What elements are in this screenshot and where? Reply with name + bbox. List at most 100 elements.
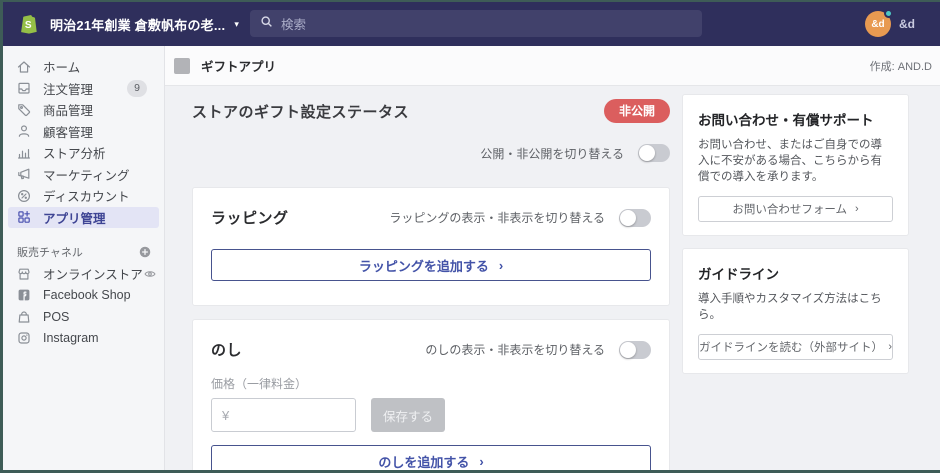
noshi-toggle-label: のしの表示・非表示を切り替える <box>425 343 605 357</box>
sidebar-item-analytics[interactable]: ストア分析 <box>8 142 159 164</box>
avatar-initials: &d <box>871 18 885 30</box>
orders-count-badge: 9 <box>127 80 147 97</box>
orders-icon <box>16 80 32 96</box>
sidebar-item-home[interactable]: ホーム <box>8 56 159 78</box>
analytics-icon <box>16 145 32 161</box>
save-button[interactable]: 保存する <box>371 398 445 432</box>
noshi-title: のし <box>211 342 243 359</box>
add-noshi-label: のしを追加する <box>378 454 470 470</box>
publish-toggle-row: 公開・非公開を切り替える <box>192 144 670 162</box>
support-body: お問い合わせ、またはご自身での導入に不安がある場合、こちらから有償での導入を承り… <box>698 139 882 183</box>
sidebar-item-online-store[interactable]: オンラインストア <box>8 263 159 285</box>
guideline-body: 導入手順やカスタマイズ方法はこちら。 <box>698 293 882 321</box>
page-content: ストアのギフト設定ステータス 非公開 公開・非公開を切り替える ラッピング ラッ… <box>165 86 940 470</box>
sales-channels-header: 販売チャネル <box>3 241 164 263</box>
noshi-toggle-row: のしの表示・非表示を切り替える <box>425 340 651 359</box>
search-input[interactable]: 検索 <box>250 10 702 37</box>
discount-icon <box>16 188 32 204</box>
sidebar-item-label: 注文管理 <box>43 82 94 97</box>
publish-toggle[interactable] <box>638 144 670 162</box>
sidebar-item-label: 商品管理 <box>43 104 94 119</box>
sidebar-item-label: ディスカウント <box>43 190 130 205</box>
add-channel-button[interactable] <box>138 245 152 259</box>
publish-toggle-label: 公開・非公開を切り替える <box>480 146 624 161</box>
sidebar-item-label: Facebook Shop <box>43 288 131 303</box>
store-switcher[interactable]: 明治21年創業 倉敷帆布の老... ▾ <box>40 15 239 34</box>
sidebar-item-apps[interactable]: アプリ管理 <box>8 206 159 228</box>
wrapping-title: ラッピング <box>211 210 289 227</box>
contact-form-label: お問い合わせフォーム <box>732 204 847 216</box>
user-menu[interactable]: &d &d <box>865 2 915 46</box>
sidebar: ホーム 注文管理 9 商品管理 顧客管理 ストア分析 マーケティング ディスカウ… <box>3 46 165 470</box>
noshi-visibility-toggle[interactable] <box>619 340 651 359</box>
chevron-right-icon: › <box>888 341 892 353</box>
guideline-card: ガイドライン 導入手順やカスタマイズ方法はこちら。 ガイドラインを読む（外部サイ… <box>682 248 909 374</box>
read-guideline-button[interactable]: ガイドラインを読む（外部サイト） › <box>698 334 893 360</box>
wrapping-card: ラッピング ラッピングの表示・非表示を切り替える ラッピングを追加する › <box>192 187 670 306</box>
customers-icon <box>16 123 32 139</box>
read-guideline-label: ガイドラインを読む（外部サイト） <box>699 342 883 354</box>
sidebar-item-marketing[interactable]: マーケティング <box>8 164 159 186</box>
help-column: お問い合わせ・有償サポート お問い合わせ、またはご自身での導入に不安がある場合、… <box>682 94 909 470</box>
add-wrapping-button[interactable]: ラッピングを追加する › <box>211 249 651 281</box>
price-label: 価格（一律料金） <box>211 377 308 391</box>
sidebar-item-customers[interactable]: 顧客管理 <box>8 121 159 143</box>
settings-column: ストアのギフト設定ステータス 非公開 公開・非公開を切り替える ラッピング ラッ… <box>192 94 670 470</box>
sidebar-item-facebook-shop[interactable]: Facebook Shop <box>8 285 159 307</box>
add-noshi-button[interactable]: のしを追加する › <box>211 445 651 470</box>
apps-icon <box>16 209 32 225</box>
chevron-right-icon: › <box>854 203 859 215</box>
facebook-icon <box>16 287 32 303</box>
app-window: S 明治21年創業 倉敷帆布の老... ▾ 検索 &d &d ホーム 注文管理 … <box>3 2 940 470</box>
app-placeholder-icon <box>174 57 190 74</box>
wrapping-toggle-label: ラッピングの表示・非表示を切り替える <box>389 211 605 225</box>
sidebar-item-instagram[interactable]: Instagram <box>8 328 159 350</box>
sidebar-item-label: マーケティング <box>43 168 130 183</box>
status-badge: 非公開 <box>603 99 670 123</box>
page-header: ギフトアプリ 作成: AND.D <box>165 46 940 86</box>
sidebar-item-label: ストア分析 <box>43 147 106 162</box>
support-card: お問い合わせ・有償サポート お問い合わせ、またはご自身での導入に不安がある場合、… <box>682 94 909 236</box>
sidebar-item-label: オンラインストア <box>43 268 143 283</box>
avatar: &d <box>865 9 893 37</box>
page-title: ギフトアプリ <box>201 60 277 74</box>
created-by-label: 作成: AND.D <box>869 60 932 73</box>
gift-status-section: ストアのギフト設定ステータス 非公開 <box>192 99 670 123</box>
sidebar-item-label: POS <box>43 309 70 324</box>
search-icon <box>260 15 273 33</box>
noshi-card: のし のしの表示・非表示を切り替える 価格（一律料金） 保存する <box>192 319 670 470</box>
contact-form-button[interactable]: お問い合わせフォーム › <box>698 196 893 222</box>
sidebar-item-discounts[interactable]: ディスカウント <box>8 185 159 207</box>
add-wrapping-label: ラッピングを追加する <box>358 258 489 274</box>
sidebar-item-label: アプリ管理 <box>43 211 106 226</box>
pos-bag-icon <box>16 309 32 325</box>
guideline-title: ガイドライン <box>698 267 779 282</box>
main-area: ギフトアプリ 作成: AND.D ストアのギフト設定ステータス 非公開 公開・非… <box>165 46 940 470</box>
chevron-right-icon: › <box>498 257 504 273</box>
sidebar-item-products[interactable]: 商品管理 <box>8 99 159 121</box>
sidebar-item-orders[interactable]: 注文管理 9 <box>8 78 159 100</box>
sales-channels-title: 販売チャネル <box>17 247 83 259</box>
sidebar-item-label: ホーム <box>43 61 81 76</box>
notification-dot <box>884 9 893 18</box>
eye-icon[interactable] <box>143 267 157 281</box>
price-input[interactable] <box>211 398 356 432</box>
topbar: S 明治21年創業 倉敷帆布の老... ▾ 検索 &d &d <box>3 2 940 46</box>
instagram-icon <box>16 330 32 346</box>
gift-status-title: ストアのギフト設定ステータス <box>192 103 410 121</box>
megaphone-icon <box>16 166 32 182</box>
search-placeholder: 検索 <box>281 18 307 32</box>
chevron-right-icon: › <box>479 453 484 469</box>
online-store-icon <box>16 266 32 282</box>
sidebar-item-label: 顧客管理 <box>43 125 94 140</box>
svg-text:S: S <box>25 20 32 31</box>
wrapping-visibility-toggle[interactable] <box>619 208 651 227</box>
sidebar-item-label: Instagram <box>43 331 99 346</box>
user-label: &d <box>899 17 915 31</box>
tag-icon <box>16 102 32 118</box>
chevron-down-icon: ▾ <box>234 18 239 29</box>
support-title: お問い合わせ・有償サポート <box>698 113 874 128</box>
home-icon <box>16 59 32 75</box>
sidebar-item-pos[interactable]: POS <box>8 306 159 328</box>
wrapping-toggle-row: ラッピングの表示・非表示を切り替える <box>389 208 651 227</box>
